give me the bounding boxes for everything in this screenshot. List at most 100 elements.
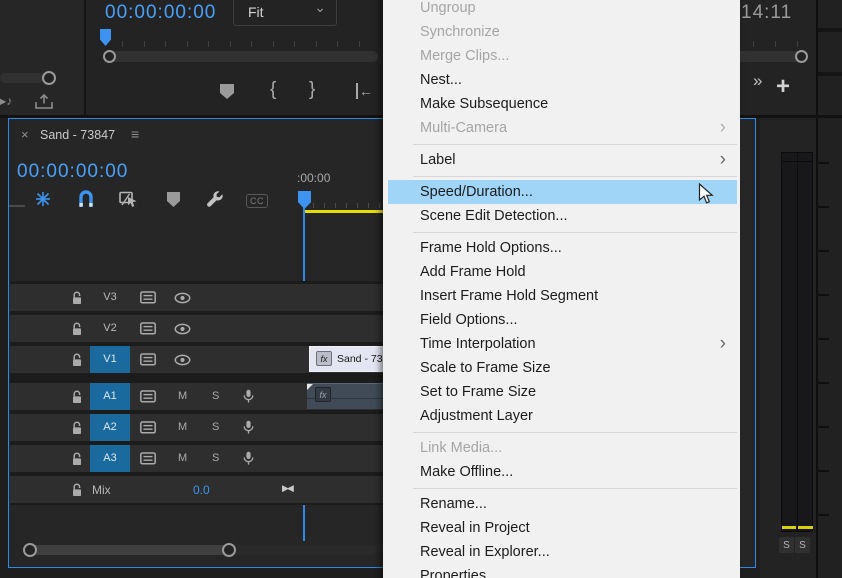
menu-item-label: Synchronize — [420, 24, 500, 40]
monitor-playhead[interactable] — [100, 29, 111, 46]
add-button-icon[interactable]: + — [776, 73, 790, 101]
track-label-v1[interactable]: V1 — [90, 346, 130, 373]
mark-in-icon[interactable]: { — [270, 80, 276, 99]
track-label-a2[interactable]: A2 — [90, 414, 130, 441]
toggle-track-output-eye-icon[interactable] — [174, 354, 191, 366]
monitor-timecode[interactable]: 00:00:00:00 — [105, 2, 216, 24]
header-edge-dash — [9, 205, 25, 207]
menu-item-rename[interactable]: Rename... — [388, 492, 737, 516]
track-label-v2[interactable]: V2 — [90, 315, 130, 342]
solo-left-button[interactable]: S — [779, 537, 794, 553]
menu-item-field-options[interactable]: Field Options... — [388, 308, 737, 332]
menu-item-label[interactable]: Label› — [388, 148, 737, 172]
timeline-add-marker-icon[interactable] — [167, 192, 180, 207]
mute-button[interactable]: M — [178, 390, 187, 402]
menu-item-multi-camera[interactable]: Multi-Camera› — [388, 116, 737, 140]
track-label-v3[interactable]: V3 — [90, 284, 130, 311]
menu-item-reveal-in-explorer[interactable]: Reveal in Explorer... — [388, 540, 737, 564]
audio-meters-panel: S S — [760, 118, 816, 578]
menu-item-insert-frame-hold-segment[interactable]: Insert Frame Hold Segment — [388, 284, 737, 308]
toggle-track-output-eye-icon[interactable] — [174, 292, 191, 304]
meter-zero-line — [782, 161, 812, 162]
menu-item-set-to-frame-size[interactable]: Set to Frame Size — [388, 380, 737, 404]
solo-button[interactable]: S — [212, 452, 219, 464]
play-audio-icon[interactable]: ▶♪ — [0, 94, 12, 108]
audio-clip[interactable]: fx — [307, 383, 384, 409]
nest-insert-toggle-icon[interactable] — [35, 191, 51, 207]
menu-item-add-frame-hold[interactable]: Add Frame Hold — [388, 260, 737, 284]
menu-item-nest[interactable]: Nest... — [388, 68, 737, 92]
export-icon[interactable] — [34, 93, 54, 115]
zoom-scroll-handle[interactable] — [795, 50, 808, 63]
track-label-a3[interactable]: A3 — [90, 445, 130, 472]
lock-icon[interactable] — [71, 452, 83, 466]
solo-button[interactable]: S — [212, 421, 219, 433]
panel-scrollbar[interactable] — [0, 73, 44, 83]
timeline-timecode[interactable]: 00:00:00:00 — [17, 161, 128, 183]
lock-icon[interactable] — [71, 322, 83, 336]
track-row-v3: V3 — [10, 284, 384, 311]
solo-button[interactable]: S — [212, 390, 219, 402]
menu-item-adjustment-layer[interactable]: Adjustment Layer — [388, 404, 737, 428]
menu-item-reveal-in-project[interactable]: Reveal in Project — [388, 516, 737, 540]
linked-selection-icon[interactable] — [119, 191, 140, 208]
track-targeting-icon[interactable] — [140, 291, 156, 304]
scrollbar-handle-right[interactable] — [222, 543, 236, 557]
submenu-arrow-icon: › — [720, 116, 726, 139]
timeline-scrollbar-thumb[interactable] — [25, 545, 233, 555]
voiceover-mic-icon[interactable] — [243, 389, 254, 404]
monitor-scrub-handle[interactable] — [103, 50, 116, 63]
scrollbar-handle[interactable] — [42, 71, 56, 85]
voiceover-mic-icon[interactable] — [243, 451, 254, 466]
menu-item-scale-to-frame-size[interactable]: Scale to Frame Size — [388, 356, 737, 380]
track-targeting-icon[interactable] — [140, 390, 156, 403]
menu-item-scene-edit-detection[interactable]: Scene Edit Detection... — [388, 204, 737, 228]
panel-menu-icon[interactable]: ≡ — [131, 126, 139, 142]
captions-icon[interactable]: CC — [246, 194, 268, 208]
timeline-tab-title[interactable]: Sand - 73847 — [40, 128, 115, 142]
menu-item-make-offline[interactable]: Make Offline... — [388, 460, 737, 484]
menu-item-ungroup[interactable]: Ungroup — [388, 0, 737, 20]
menu-item-frame-hold-options[interactable]: Frame Hold Options... — [388, 236, 737, 260]
overflow-chevrons-icon[interactable]: » — [753, 71, 762, 91]
close-icon[interactable]: × — [21, 127, 29, 142]
menu-item-label: Link Media... — [420, 440, 502, 456]
scrollbar-handle-left[interactable] — [23, 543, 37, 557]
menu-item-properties[interactable]: Properties — [388, 564, 737, 578]
track-label-a1[interactable]: A1 — [90, 383, 130, 410]
menu-item-speed-duration[interactable]: Speed/Duration... — [388, 180, 737, 204]
lock-icon[interactable] — [71, 291, 83, 305]
menu-item-time-interpolation[interactable]: Time Interpolation› — [388, 332, 737, 356]
go-to-in-icon[interactable]: ← — [356, 83, 373, 99]
meter-scale-column — [816, 0, 842, 578]
toggle-track-output-eye-icon[interactable] — [174, 323, 191, 335]
track-targeting-icon[interactable] — [140, 322, 156, 335]
solo-right-button[interactable]: S — [795, 537, 810, 553]
menu-item-make-subsequence[interactable]: Make Subsequence — [388, 92, 737, 116]
menu-item-link-media[interactable]: Link Media... — [388, 436, 737, 460]
menu-item-label: Merge Clips... — [420, 48, 509, 64]
timeline-settings-icon[interactable] — [206, 190, 224, 208]
lock-icon[interactable] — [71, 353, 83, 367]
menu-item-merge-clips[interactable]: Merge Clips... — [388, 44, 737, 68]
work-area-bar — [304, 210, 384, 213]
lock-icon[interactable] — [71, 483, 83, 497]
snap-icon[interactable] — [78, 190, 94, 208]
menu-item-synchronize[interactable]: Synchronize — [388, 20, 737, 44]
lock-icon[interactable] — [71, 421, 83, 435]
voiceover-mic-icon[interactable] — [243, 420, 254, 435]
track-targeting-icon[interactable] — [140, 452, 156, 465]
monitor-scrub-bar[interactable] — [105, 51, 378, 62]
write-keyframes-icon[interactable]: ▶◀ — [282, 483, 292, 494]
add-marker-icon[interactable] — [220, 84, 234, 99]
mark-out-icon[interactable]: } — [309, 80, 315, 99]
video-clip[interactable]: fx Sand - 73 — [309, 346, 384, 372]
fit-dropdown[interactable]: Fit ⌄ — [233, 0, 337, 26]
mix-value[interactable]: 0.0 — [193, 483, 210, 497]
mute-button[interactable]: M — [178, 452, 187, 464]
mute-button[interactable]: M — [178, 421, 187, 433]
lock-icon[interactable] — [71, 390, 83, 404]
track-targeting-icon[interactable] — [140, 421, 156, 434]
context-menu: UngroupSynchronizeMerge Clips...Nest...M… — [383, 0, 740, 578]
track-targeting-icon[interactable] — [140, 353, 156, 366]
